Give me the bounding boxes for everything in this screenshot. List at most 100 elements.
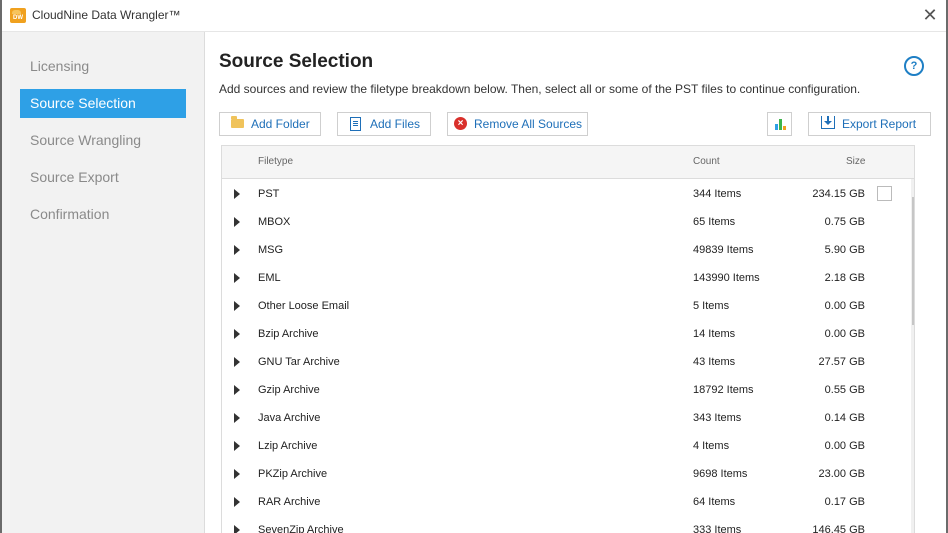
filetype-cell: GNU Tar Archive bbox=[258, 356, 340, 368]
expand-arrow-icon[interactable] bbox=[234, 273, 240, 283]
remove-all-sources-label: Remove All Sources bbox=[474, 117, 583, 131]
table-row[interactable]: RAR Archive 64 Items 0.17 GB bbox=[222, 487, 914, 515]
sidebar-item-source-wrangling[interactable]: Source Wrangling bbox=[20, 126, 186, 155]
window-title: CloudNine Data Wrangler™ bbox=[32, 8, 181, 22]
size-cell: 0.00 GB bbox=[824, 300, 865, 312]
table-row[interactable]: MBOX 65 Items 0.75 GB bbox=[222, 207, 914, 235]
expand-arrow-icon[interactable] bbox=[234, 525, 240, 533]
add-folder-label: Add Folder bbox=[251, 117, 310, 131]
count-cell: 143990 Items bbox=[693, 272, 760, 284]
main-panel: Source Selection ? Add sources and revie… bbox=[205, 32, 946, 533]
count-cell: 344 Items bbox=[693, 188, 742, 200]
add-files-label: Add Files bbox=[370, 117, 421, 131]
size-cell: 0.00 GB bbox=[824, 328, 865, 340]
title-bar: DW CloudNine Data Wrangler™ ✕ bbox=[2, 0, 946, 32]
count-cell: 333 Items bbox=[693, 524, 742, 533]
table-header: Filetype Count Size bbox=[222, 146, 914, 179]
size-cell: 0.75 GB bbox=[824, 216, 865, 228]
size-cell: 0.00 GB bbox=[824, 440, 865, 452]
page-title: Source Selection bbox=[219, 51, 374, 72]
sidebar-item-confirmation[interactable]: Confirmation bbox=[20, 200, 186, 229]
filetype-table: Filetype Count Size PST 344 Items 234.15 G… bbox=[221, 145, 915, 533]
column-header-filetype[interactable]: Filetype bbox=[258, 156, 293, 167]
app-window: DW CloudNine Data Wrangler™ ✕ Licensing … bbox=[2, 0, 946, 533]
expand-arrow-icon[interactable] bbox=[234, 301, 240, 311]
count-cell: 43 Items bbox=[693, 356, 736, 368]
size-cell: 234.15 GB bbox=[812, 188, 865, 200]
expand-arrow-icon[interactable] bbox=[234, 385, 240, 395]
size-cell: 0.17 GB bbox=[824, 496, 865, 508]
filetype-cell: Java Archive bbox=[258, 412, 321, 424]
add-files-button[interactable]: Add Files bbox=[337, 112, 431, 136]
vertical-scrollbar[interactable] bbox=[911, 179, 914, 533]
add-folder-button[interactable]: Add Folder bbox=[219, 112, 321, 136]
table-row[interactable]: Gzip Archive 18792 Items 0.55 GB bbox=[222, 375, 914, 403]
table-row[interactable]: Java Archive 343 Items 0.14 GB bbox=[222, 403, 914, 431]
scrollbar-thumb[interactable] bbox=[912, 197, 914, 325]
table-row[interactable]: GNU Tar Archive 43 Items 27.57 GB bbox=[222, 347, 914, 375]
filetype-cell: PKZip Archive bbox=[258, 468, 328, 480]
expand-arrow-icon[interactable] bbox=[234, 189, 240, 199]
help-icon[interactable]: ? bbox=[904, 56, 924, 76]
table-row[interactable]: PST 344 Items 234.15 GB bbox=[222, 179, 914, 207]
sidebar-item-licensing[interactable]: Licensing bbox=[20, 52, 186, 81]
close-icon: ✕ bbox=[922, 5, 938, 25]
filetype-cell: Other Loose Email bbox=[258, 300, 350, 312]
table-row[interactable]: Other Loose Email 5 Items 0.00 GB bbox=[222, 291, 914, 319]
filetype-cell: MBOX bbox=[258, 216, 291, 228]
filetype-cell: SevenZip Archive bbox=[258, 524, 344, 533]
size-cell: 27.57 GB bbox=[818, 356, 865, 368]
count-cell: 5 Items bbox=[693, 300, 730, 312]
table-row[interactable]: EML 143990 Items 2.18 GB bbox=[222, 263, 914, 291]
sidebar-item-source-export[interactable]: Source Export bbox=[20, 163, 186, 192]
sidebar-nav: Licensing Source Selection Source Wrangl… bbox=[2, 32, 205, 533]
count-cell: 18792 Items bbox=[693, 384, 754, 396]
expand-arrow-icon[interactable] bbox=[234, 497, 240, 507]
file-icon bbox=[350, 117, 361, 131]
expand-arrow-icon[interactable] bbox=[234, 245, 240, 255]
filetype-cell: MSG bbox=[258, 244, 284, 256]
folder-icon bbox=[231, 116, 244, 128]
size-cell: 23.00 GB bbox=[818, 468, 865, 480]
filetype-cell: RAR Archive bbox=[258, 496, 321, 508]
table-body: PST 344 Items 234.15 GB MBOX 65 Items 0.75 GB… bbox=[222, 179, 914, 533]
bar-chart-icon bbox=[774, 118, 788, 130]
expand-arrow-icon[interactable] bbox=[234, 469, 240, 479]
row-checkbox[interactable] bbox=[877, 186, 892, 201]
close-button[interactable]: ✕ bbox=[918, 4, 942, 26]
count-cell: 64 Items bbox=[693, 496, 736, 508]
filetype-cell: Bzip Archive bbox=[258, 328, 319, 340]
page-description: Add sources and review the filetype brea… bbox=[219, 82, 861, 96]
table-row[interactable]: MSG 49839 Items 5.90 GB bbox=[222, 235, 914, 263]
column-header-size[interactable]: Size bbox=[846, 156, 865, 167]
expand-arrow-icon[interactable] bbox=[234, 329, 240, 339]
size-cell: 0.14 GB bbox=[824, 412, 865, 424]
expand-arrow-icon[interactable] bbox=[234, 441, 240, 451]
filetype-cell: Gzip Archive bbox=[258, 384, 320, 396]
filetype-cell: Lzip Archive bbox=[258, 440, 318, 452]
filetype-cell: EML bbox=[258, 272, 281, 284]
table-row[interactable]: PKZip Archive 9698 Items 23.00 GB bbox=[222, 459, 914, 487]
remove-icon: × bbox=[454, 117, 467, 130]
table-row[interactable]: Lzip Archive 4 Items 0.00 GB bbox=[222, 431, 914, 459]
expand-arrow-icon[interactable] bbox=[234, 217, 240, 227]
count-cell: 14 Items bbox=[693, 328, 736, 340]
expand-arrow-icon[interactable] bbox=[234, 357, 240, 367]
count-cell: 343 Items bbox=[693, 412, 742, 424]
expand-arrow-icon[interactable] bbox=[234, 413, 240, 423]
chart-button[interactable] bbox=[767, 112, 792, 136]
count-cell: 49839 Items bbox=[693, 244, 754, 256]
size-cell: 146.45 GB bbox=[812, 524, 865, 533]
size-cell: 2.18 GB bbox=[824, 272, 865, 284]
export-report-label: Export Report bbox=[842, 117, 917, 131]
remove-all-sources-button[interactable]: × Remove All Sources bbox=[447, 112, 588, 136]
count-cell: 4 Items bbox=[693, 440, 730, 452]
table-row[interactable]: SevenZip Archive 333 Items 146.45 GB bbox=[222, 515, 914, 533]
filetype-cell: PST bbox=[258, 188, 280, 200]
column-header-count[interactable]: Count bbox=[693, 156, 720, 167]
count-cell: 9698 Items bbox=[693, 468, 748, 480]
count-cell: 65 Items bbox=[693, 216, 736, 228]
table-row[interactable]: Bzip Archive 14 Items 0.00 GB bbox=[222, 319, 914, 347]
sidebar-item-source-selection[interactable]: Source Selection bbox=[20, 89, 186, 118]
export-report-button[interactable]: Export Report bbox=[808, 112, 931, 136]
